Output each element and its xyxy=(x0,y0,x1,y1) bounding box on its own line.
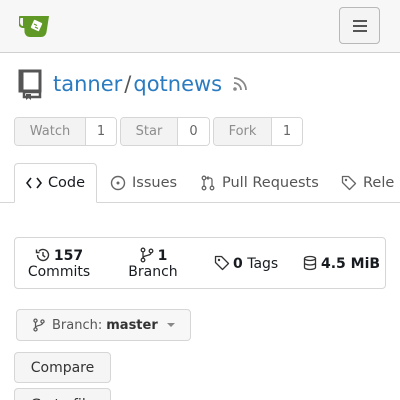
git-branch-icon xyxy=(33,318,45,332)
git-pull-request-icon xyxy=(201,175,215,191)
branch-label: Branch xyxy=(128,264,178,280)
go-to-file-button[interactable]: Go to file xyxy=(14,388,111,400)
code-icon xyxy=(25,177,42,189)
branch-count: 1 xyxy=(157,248,168,264)
hamburger-menu-button[interactable] xyxy=(339,7,380,44)
repo-icon xyxy=(18,69,42,100)
fork-count[interactable]: 1 xyxy=(272,118,302,145)
repo-tabs: Code Issues Pull Requests Rele xyxy=(0,163,400,203)
tab-releases[interactable]: Rele xyxy=(341,163,394,203)
compare-button[interactable]: Compare xyxy=(14,352,111,383)
tags-stat[interactable]: 0 Tags xyxy=(214,255,278,272)
database-icon xyxy=(303,255,317,271)
commits-count: 157 xyxy=(53,248,84,264)
repo-header: tanner / qotnews xyxy=(16,68,248,100)
commits-label: Commits xyxy=(27,264,91,280)
history-icon xyxy=(35,248,50,262)
tab-code[interactable]: Code xyxy=(14,163,97,203)
branch-prefix-label: Branch: xyxy=(52,317,103,333)
repo-size-value: 4.5 MiB xyxy=(321,256,381,272)
git-branch-icon xyxy=(140,247,154,263)
fork-button[interactable]: Fork xyxy=(214,118,272,145)
tab-releases-label: Rele xyxy=(363,175,395,191)
branch-selector-dropdown[interactable]: Branch: master xyxy=(16,309,191,341)
top-navbar xyxy=(0,0,400,53)
repo-separator: / xyxy=(124,72,132,96)
fork-button-group[interactable]: Fork 1 xyxy=(213,117,303,146)
rss-feed-icon[interactable] xyxy=(232,76,248,92)
star-button-group[interactable]: Star 0 xyxy=(120,117,210,146)
repo-size-stat: 4.5 MiB xyxy=(302,255,380,272)
tag-icon xyxy=(214,255,230,271)
repo-stats-bar: 157 Commits 1 Branch 0 Tags 4.5 MiB xyxy=(14,237,386,289)
repo-owner-link[interactable]: tanner xyxy=(53,72,122,96)
tab-issues-label: Issues xyxy=(132,175,178,191)
watch-button-group[interactable]: Watch 1 xyxy=(14,117,117,146)
watch-count[interactable]: 1 xyxy=(86,118,116,145)
commits-stat[interactable]: 157 Commits xyxy=(27,247,91,280)
issue-opened-icon xyxy=(110,175,126,191)
tab-pull-requests[interactable]: Pull Requests xyxy=(200,163,319,203)
tab-issues[interactable]: Issues xyxy=(110,163,177,203)
chevron-down-icon xyxy=(166,323,175,327)
branches-stat[interactable]: 1 Branch xyxy=(123,247,183,280)
tag-icon xyxy=(341,175,357,191)
gitea-logo-icon[interactable] xyxy=(17,12,51,38)
hamburger-icon xyxy=(352,19,367,32)
tab-code-label: Code xyxy=(47,175,86,191)
star-button[interactable]: Star xyxy=(121,118,178,145)
star-count[interactable]: 0 xyxy=(178,118,209,145)
tab-pull-requests-label: Pull Requests xyxy=(222,175,319,191)
tags-count: 0 xyxy=(233,256,243,272)
branch-selected-value: master xyxy=(106,317,158,333)
watch-button[interactable]: Watch xyxy=(15,118,86,145)
repo-name-link[interactable]: qotnews xyxy=(133,72,222,96)
tags-label: Tags xyxy=(247,256,279,272)
